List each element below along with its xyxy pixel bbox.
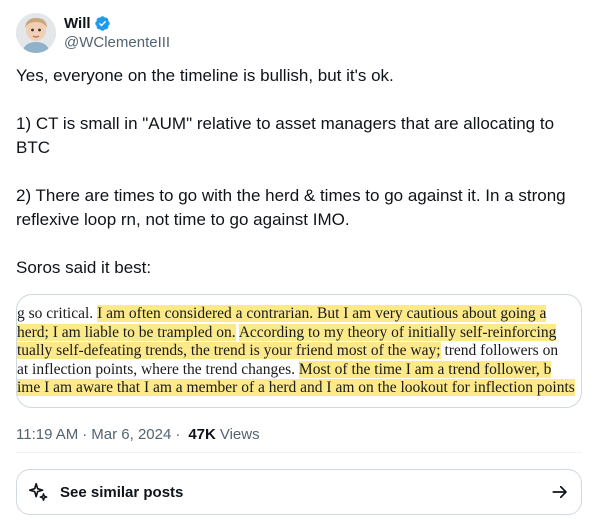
arrow-right-icon [551,483,569,501]
verified-badge-icon [94,15,111,32]
tweet-time[interactable]: 11:19 AM [16,425,78,445]
avatar[interactable] [16,13,56,53]
tweet-paragraph: 2) There are times to go with the herd &… [16,186,566,229]
views-label: Views [219,426,260,443]
meta-separator: · [175,426,181,443]
quote-text: g so critical. I am often considered a c… [17,305,581,398]
tweet-header: Will @WClementeIII [16,12,170,54]
tweet-paragraph: Yes, everyone on the timeline is bullish… [16,66,394,85]
author-handle[interactable]: @WClementeIII [64,33,170,53]
display-name[interactable]: Will [64,15,91,32]
quote-line: tually self-defeating trends, the trend … [17,342,559,360]
tweet-paragraph: 1) CT is small in "AUM" relative to asse… [16,114,555,157]
author-names: Will @WClementeIII [64,13,170,53]
tweet-date[interactable]: Mar 6, 2024 [91,425,171,445]
quote-image[interactable]: g so critical. I am often considered a c… [16,294,582,408]
quote-line: herd; I am liable to be trampled on. Acc… [17,323,557,341]
tweet-paragraph: Soros said it best: [16,258,152,277]
tweet-meta: 11:19 AM · Mar 6, 2024 · 47K Views [16,425,260,445]
see-similar-posts-label: See similar posts [60,483,184,501]
see-similar-posts-button[interactable]: See similar posts [16,469,582,515]
views-count[interactable]: 47K [188,425,216,445]
divider [16,452,582,453]
tweet-text: Yes, everyone on the timeline is bullish… [16,64,582,280]
meta-separator: · [82,426,88,443]
quote-line: g so critical. I am often considered a c… [17,305,547,322]
quote-line: ime I am aware that I am a member of a h… [17,379,575,397]
sparkle-icon [27,481,49,503]
quote-line: at inflection points, where the trend ch… [17,360,552,378]
